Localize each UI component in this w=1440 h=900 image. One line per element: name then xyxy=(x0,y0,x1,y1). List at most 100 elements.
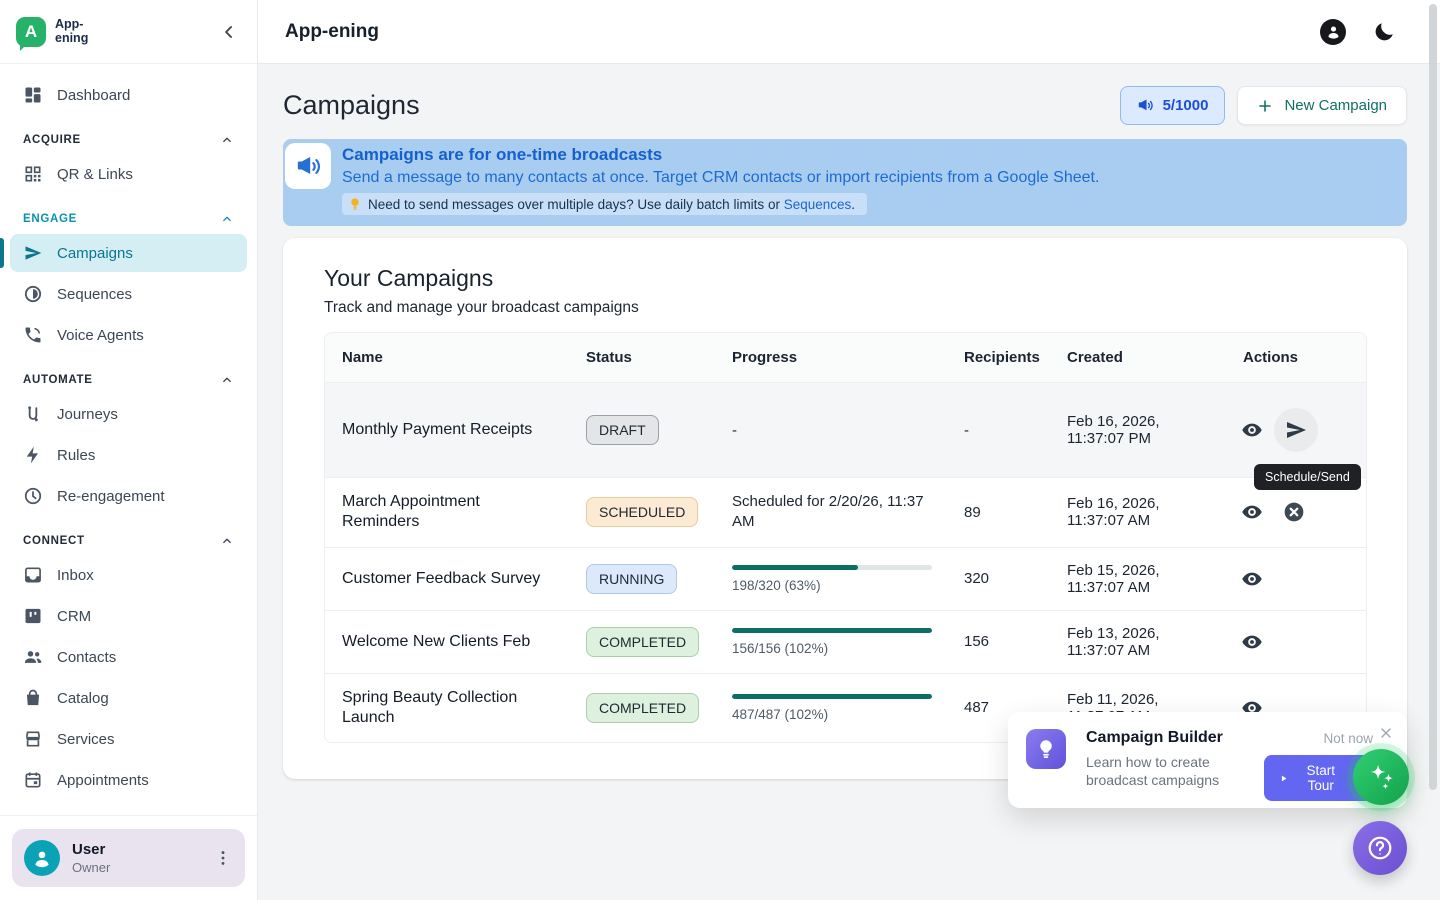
account-button[interactable] xyxy=(1320,19,1346,45)
sidebar-item-label: Inbox xyxy=(57,567,94,584)
sidebar-section-engage[interactable]: ENGAGE xyxy=(10,204,247,234)
lightbulb-icon xyxy=(348,196,362,212)
help-fab[interactable] xyxy=(1353,821,1407,875)
sidebar-item-journeys[interactable]: Journeys xyxy=(10,395,247,433)
dashboard-icon xyxy=(23,85,43,105)
sidebar-item-label: Re-engagement xyxy=(57,488,165,505)
user-meta: User Owner xyxy=(72,841,201,875)
sidebar-section-connect[interactable]: CONNECT xyxy=(10,526,247,556)
view-button[interactable] xyxy=(1232,410,1272,450)
section-label: CONNECT xyxy=(23,535,85,547)
banner-tip-text: Need to send messages over multiple days… xyxy=(368,197,855,212)
person-icon xyxy=(1325,23,1342,40)
sidebar-collapse-button[interactable] xyxy=(219,22,239,42)
view-button[interactable] xyxy=(1232,559,1272,599)
progress-bar-fill xyxy=(732,628,932,633)
user-card[interactable]: User Owner xyxy=(12,829,245,887)
sidebar-item-catalog[interactable]: Catalog xyxy=(10,679,247,717)
send-icon xyxy=(1284,418,1308,442)
progress-label: 487/487 (102%) xyxy=(732,707,930,722)
section-label: ACQUIRE xyxy=(23,134,81,146)
popup-close-button[interactable] xyxy=(1378,725,1394,741)
sidebar-item-contacts[interactable]: Contacts xyxy=(10,638,247,676)
view-button[interactable] xyxy=(1232,492,1272,532)
progress-bar xyxy=(732,565,932,570)
sidebar-item-rules[interactable]: Rules xyxy=(10,436,247,474)
scrollbar-thumb[interactable] xyxy=(1429,4,1437,790)
status-badge: RUNNING xyxy=(586,564,677,594)
recipients-cell: - xyxy=(947,408,1050,453)
created-cell: Feb 16, 2026, 11:37:07 PM xyxy=(1050,399,1226,461)
sidebar-item-services[interactable]: Services xyxy=(10,720,247,758)
popup-description: Learn how to create broadcast campaigns xyxy=(1086,753,1244,790)
dark-mode-toggle[interactable] xyxy=(1372,20,1396,44)
active-indicator xyxy=(0,238,4,268)
not-now-button[interactable]: Not now xyxy=(1323,729,1373,746)
calendar-icon xyxy=(23,770,43,790)
avatar xyxy=(24,840,60,876)
progress-bar xyxy=(732,694,932,699)
sequences-link[interactable]: Sequences xyxy=(784,197,852,212)
chevron-up-icon xyxy=(220,212,234,226)
campaign-name: Welcome New Clients Feb xyxy=(325,618,569,666)
sidebar-item-inbox[interactable]: Inbox xyxy=(10,556,247,594)
sidebar-item-label: Sequences xyxy=(57,286,132,303)
cancel-button[interactable] xyxy=(1274,492,1314,532)
status-badge: COMPLETED xyxy=(586,693,699,723)
progress-bar-fill xyxy=(732,694,932,699)
topbar-icons xyxy=(1320,19,1396,45)
table-row: March Appointment RemindersSCHEDULEDSche… xyxy=(325,477,1366,547)
app-logo-name-line2: ening xyxy=(55,32,88,46)
route-icon xyxy=(23,404,43,424)
app-logo-name-line1: App- xyxy=(55,18,88,32)
progress-label: 198/320 (63%) xyxy=(732,578,930,593)
actions-cell xyxy=(1226,484,1366,540)
app-window: A App- ening Dashboard ACQUIRE QR & Links E… xyxy=(0,0,1440,900)
created-cell: Feb 13, 2026, 11:37:07 AM xyxy=(1050,611,1226,673)
app-logo-icon: A xyxy=(16,17,46,47)
table-row: Customer Feedback SurveyRUNNING198/320 (… xyxy=(325,547,1366,610)
sidebar-item-sequences[interactable]: Sequences xyxy=(10,275,247,313)
schedule-send-button[interactable] xyxy=(1274,408,1318,452)
sidebar-item-voice-agents[interactable]: Voice Agents xyxy=(10,316,247,354)
megaphone-icon xyxy=(1137,97,1154,114)
app-logo-name: App- ening xyxy=(55,18,88,45)
column-header-name: Name xyxy=(325,333,569,382)
sidebar-section-acquire[interactable]: ACQUIRE xyxy=(10,125,247,155)
timelapse-icon xyxy=(23,284,43,304)
view-button[interactable] xyxy=(1232,622,1272,662)
sidebar-item-campaigns[interactable]: Campaigns xyxy=(10,234,247,272)
app-logo: A App- ening xyxy=(16,17,88,47)
user-menu-button[interactable] xyxy=(213,848,233,868)
popup-lightbulb-box xyxy=(1026,729,1066,769)
ai-assistant-fab[interactable] xyxy=(1353,749,1409,805)
created-cell: Feb 16, 2026, 11:37:07 AM xyxy=(1050,481,1226,543)
plus-icon xyxy=(1257,98,1273,114)
eye-icon xyxy=(1241,501,1263,523)
sidebar-item-crm[interactable]: CRM xyxy=(10,597,247,635)
tooltip: Schedule/Send xyxy=(1254,464,1361,490)
start-tour-label: Start Tour xyxy=(1296,763,1345,793)
popup-title: Campaign Builder xyxy=(1086,729,1244,747)
campaign-quota-badge[interactable]: 5/1000 xyxy=(1120,86,1226,125)
sidebar-item-re-engagement[interactable]: Re-engagement xyxy=(10,477,247,515)
sidebar-item-qr-links[interactable]: QR & Links xyxy=(10,155,247,193)
sidebar-item-label: Contacts xyxy=(57,649,116,666)
person-icon xyxy=(31,847,53,869)
megaphone-icon xyxy=(295,153,322,180)
clock-icon xyxy=(23,486,43,506)
status-badge: SCHEDULED xyxy=(586,497,698,527)
sidebar: A App- ening Dashboard ACQUIRE QR & Links E… xyxy=(0,0,258,900)
user-name: User xyxy=(72,841,201,858)
sidebar-section-automate[interactable]: AUTOMATE xyxy=(10,365,247,395)
status-badge: DRAFT xyxy=(586,415,659,445)
status-cell: RUNNING xyxy=(569,550,715,608)
sidebar-item-appointments[interactable]: Appointments xyxy=(10,761,247,799)
topbar-title: App-ening xyxy=(285,21,379,43)
new-campaign-button[interactable]: New Campaign xyxy=(1237,86,1407,125)
column-header-actions: Actions xyxy=(1226,333,1366,382)
help-icon xyxy=(1366,834,1394,862)
sidebar-item-label: Voice Agents xyxy=(57,327,144,344)
sidebar-item-dashboard[interactable]: Dashboard xyxy=(10,76,247,114)
page-head: Campaigns 5/1000 New Campaign xyxy=(283,86,1407,125)
